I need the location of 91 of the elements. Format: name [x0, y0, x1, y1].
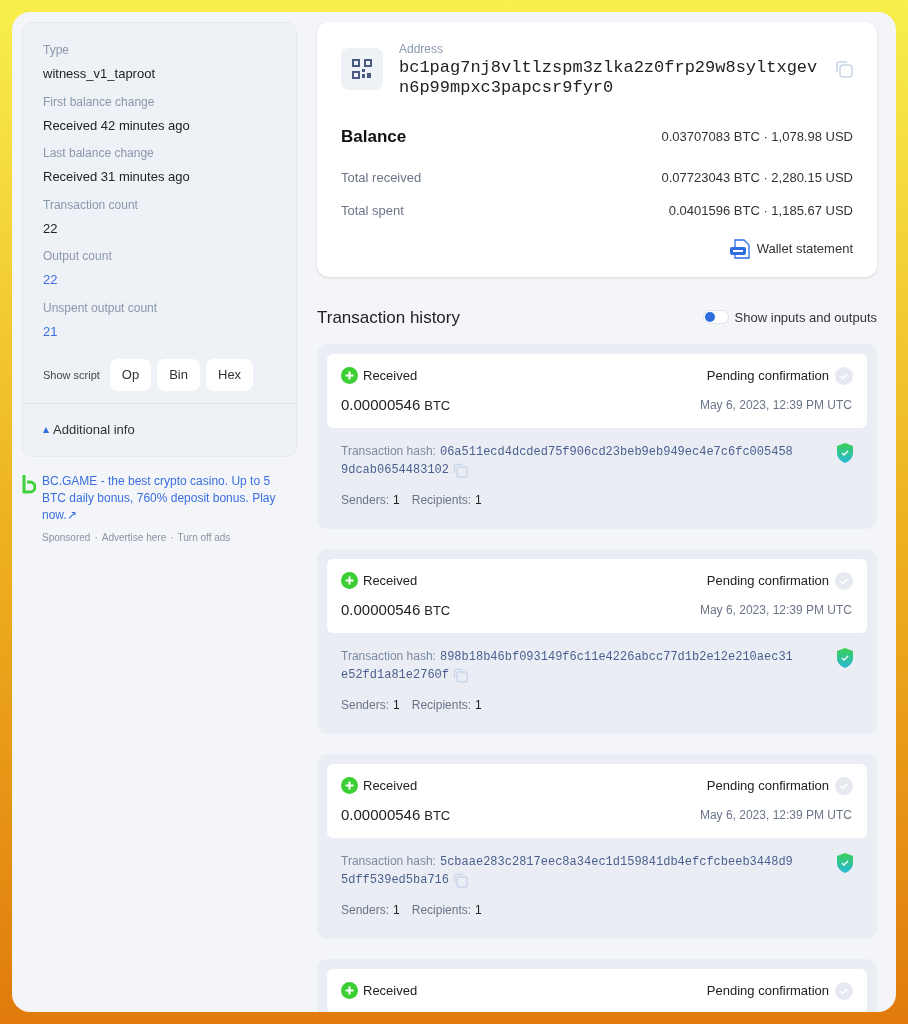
show-script-label: Show script: [43, 367, 100, 383]
additional-info-toggle[interactable]: Additional info: [43, 420, 135, 440]
detail-label: Type: [43, 42, 70, 59]
hash-link[interactable]: 5cbaae283c2817eec8a34ec1d159841db4efcfcbeeb3448d9: [439, 853, 793, 871]
total-value: 0.0401596 BTC · 1,185.67 USD: [668, 202, 853, 220]
status-label: Pending confirmation: [706, 982, 829, 1000]
bc-game-logo-icon: [22, 473, 36, 494]
plus-circle-icon: [341, 367, 358, 385]
detail-link[interactable]: 21: [43, 321, 58, 341]
senders-count: 1: [393, 902, 400, 919]
senders-label: Senders:: [341, 697, 390, 714]
recipients-count: 1: [475, 902, 482, 919]
check-circle-icon: [835, 571, 853, 590]
recipients-label: Recipients:: [411, 902, 472, 919]
copy-icon: [453, 872, 469, 888]
recipients-label: Recipients:: [411, 697, 472, 714]
script-format-button[interactable]: Hex: [206, 359, 254, 391]
hash-label: Transaction hash:: [341, 853, 436, 870]
hash-link[interactable]: 898b18b46bf093149f6c11e4226abcc77d1b2e12e210aec31: [439, 648, 793, 666]
direction-label: Received: [363, 982, 418, 1000]
check-circle-icon: [835, 776, 853, 795]
hash-link[interactable]: 06a511ecd4dcded75f906cd23beb9eb949ec4e7c6fc005458: [439, 443, 793, 461]
check-circle-icon: [835, 981, 853, 1000]
plus-circle-icon: [341, 777, 358, 795]
ad-footer-link[interactable]: Turn off ads: [177, 529, 231, 545]
check-circle-icon: [835, 366, 853, 385]
copy-icon: [453, 462, 469, 478]
date-label: May 6, 2023, 12:39 PM UTC: [699, 601, 852, 619]
detail-value: witness_v1_taproot: [43, 65, 155, 83]
detail-value: Received 42 minutes ago: [43, 116, 190, 135]
total-label: Total received: [341, 168, 422, 187]
senders-count: 1: [393, 492, 400, 509]
copy-icon: [453, 667, 469, 683]
balance-value: 0.03707083 BTC · 1,078.98 USD: [661, 128, 853, 146]
detail-value: Received 31 minutes ago: [43, 168, 190, 186]
script-format-button[interactable]: Bin: [157, 359, 200, 391]
detail-label: Unspent output count: [43, 299, 159, 317]
detail-label: Transaction count: [43, 196, 139, 214]
currency-unit: BTC: [424, 396, 451, 415]
ad-footer-link[interactable]: Advertise here: [101, 529, 167, 545]
detail-label: Last balance change: [43, 145, 155, 162]
ad-link[interactable]: BC.GAME - the best crypto casino. Up to 5 BTC daily bonus, 760% deposit bonus. Play now.↗: [42, 472, 297, 524]
amount-value: 0.00000546: [341, 804, 421, 825]
status-label: Pending confirmation: [706, 367, 829, 385]
address-label: Address: [399, 41, 445, 58]
hash-link[interactable]: 9dcab0654483102: [341, 461, 450, 479]
shield-check-icon: [836, 442, 854, 464]
sponsored-label: Sponsored: [42, 530, 91, 545]
section-title: Transaction history: [317, 306, 460, 329]
direction-label: Received: [363, 367, 418, 385]
hash-link[interactable]: e52fd1a81e2760f: [341, 666, 450, 684]
status-label: Pending confirmation: [706, 777, 829, 795]
qr-code-icon: [352, 59, 372, 79]
amount-value: 0.00000546: [341, 599, 421, 620]
shield-check-icon: [836, 852, 854, 874]
address-value: bc1pag7nj8vltlzspm3zlka2z0frp29w8syltxgevn6p99mpxc3papcsr9fyr0: [399, 58, 819, 98]
amount-value: 0.00000546: [341, 394, 421, 415]
toggle-label: Show inputs and outputs: [734, 308, 877, 327]
separator-dot: ·: [170, 530, 174, 545]
hash-link[interactable]: 5dff539ed5ba716: [341, 871, 450, 889]
hash-label: Transaction hash:: [341, 443, 436, 460]
detail-label: Output count: [43, 248, 113, 265]
total-value: 0.07723043 BTC · 2,280.15 USD: [661, 168, 853, 187]
plus-circle-icon: [341, 982, 358, 1000]
balance-label: Balance: [341, 126, 407, 148]
script-format-button[interactable]: Op: [109, 359, 152, 391]
detail-label: First balance change: [43, 93, 156, 111]
status-label: Pending confirmation: [706, 572, 829, 590]
senders-count: 1: [393, 697, 400, 714]
pdf-file-icon: [728, 238, 751, 259]
direction-label: Received: [363, 777, 418, 795]
wallet-statement-link[interactable]: Wallet statement: [728, 238, 853, 259]
currency-unit: BTC: [424, 806, 451, 825]
recipients-count: 1: [475, 492, 482, 509]
qr-code-button[interactable]: [341, 48, 383, 90]
shield-check-icon: [836, 647, 854, 669]
senders-label: Senders:: [341, 492, 390, 509]
hash-label: Transaction hash:: [341, 648, 436, 665]
date-label: May 6, 2023, 12:39 PM UTC: [699, 396, 852, 414]
plus-circle-icon: [341, 572, 358, 590]
direction-label: Received: [363, 572, 418, 590]
total-label: Total spent: [341, 202, 404, 220]
separator-dot: ·: [94, 530, 98, 545]
detail-value: 22: [43, 219, 58, 238]
currency-unit: BTC: [424, 601, 451, 620]
toggle-switch[interactable]: [702, 310, 729, 325]
date-label: May 6, 2023, 12:39 PM UTC: [699, 806, 852, 824]
senders-label: Senders:: [341, 902, 390, 919]
detail-link[interactable]: 22: [43, 270, 58, 290]
recipients-label: Recipients:: [411, 492, 472, 509]
recipients-count: 1: [475, 697, 482, 714]
